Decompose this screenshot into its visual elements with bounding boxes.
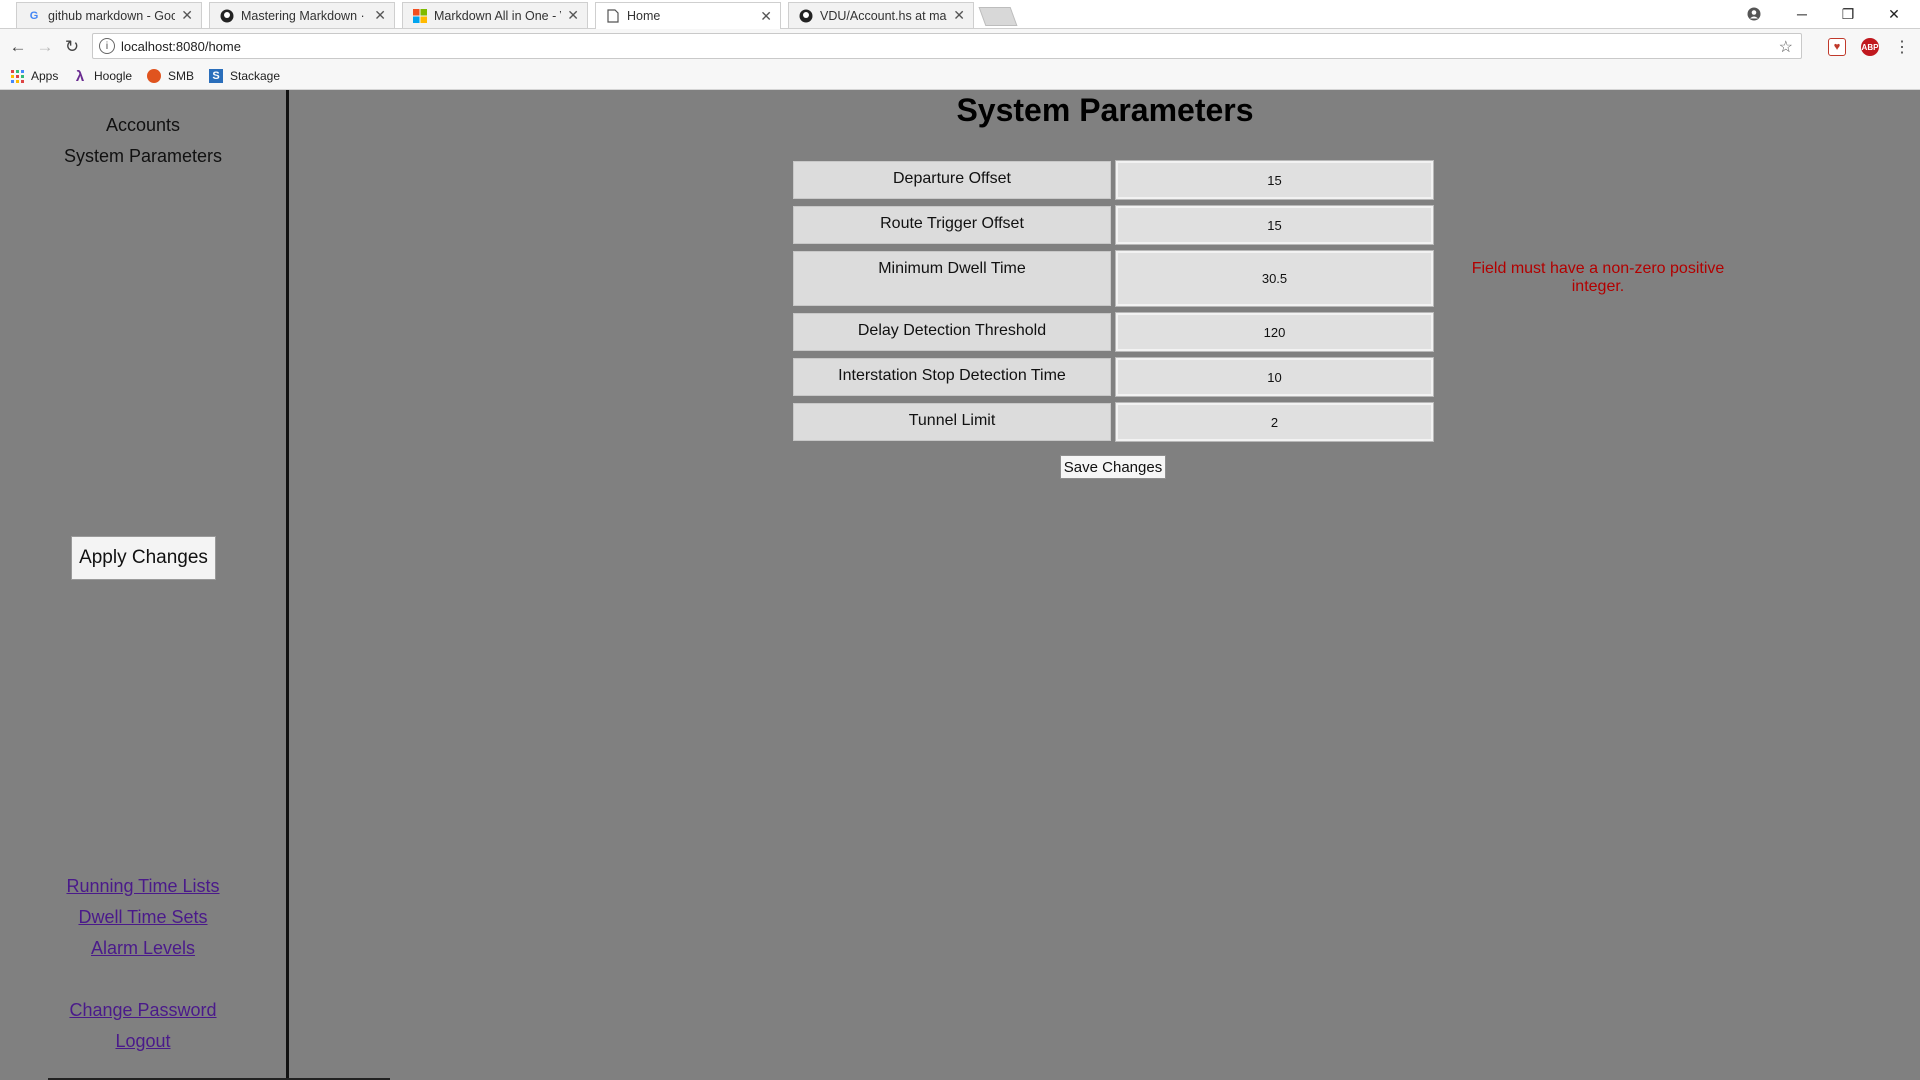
param-label: Minimum Dwell Time	[793, 251, 1111, 306]
close-tab-icon[interactable]: ✕	[953, 7, 965, 24]
sidebar-item-accounts[interactable]: Accounts	[0, 115, 286, 136]
browser-tab[interactable]: G github markdown - Goo ✕	[16, 2, 202, 28]
lambda-icon: λ	[75, 67, 85, 85]
info-icon[interactable]: i	[99, 38, 115, 54]
interstation-stop-detection-time-input[interactable]	[1115, 357, 1434, 397]
bookmark-smb[interactable]: SMB	[147, 69, 194, 83]
running-time-lists-link[interactable]: Running Time Lists	[0, 876, 286, 897]
close-tab-icon[interactable]: ✕	[567, 7, 579, 24]
google-g-icon: G	[29, 9, 39, 22]
param-row: Departure Offset	[793, 160, 1434, 200]
alarm-levels-link[interactable]: Alarm Levels	[0, 938, 286, 959]
bookmark-apps[interactable]: Apps	[10, 69, 58, 83]
tab-strip: G github markdown - Goo ✕ Mastering Mark…	[0, 0, 1920, 29]
back-icon[interactable]: ←	[6, 35, 30, 59]
departure-offset-input[interactable]	[1115, 160, 1434, 200]
browser-tab[interactable]: Mastering Markdown · G ✕	[209, 2, 395, 28]
bookmark-stackage[interactable]: S Stackage	[209, 69, 280, 83]
minimize-icon[interactable]: ─	[1780, 0, 1824, 28]
forward-icon[interactable]: →	[33, 35, 57, 59]
route-trigger-offset-input[interactable]	[1115, 205, 1434, 245]
param-label: Tunnel Limit	[793, 403, 1111, 441]
save-changes-button[interactable]: Save Changes	[1060, 455, 1166, 479]
page-title: System Parameters	[956, 92, 1254, 128]
minimum-dwell-time-input[interactable]	[1115, 250, 1434, 307]
tunnel-limit-input[interactable]	[1115, 402, 1434, 442]
smb-icon	[147, 69, 161, 83]
page-content: Accounts System Parameters Apply Changes…	[0, 90, 1920, 1080]
close-window-icon[interactable]: ✕	[1872, 0, 1916, 28]
url-text[interactable]: localhost:8080/home	[121, 39, 241, 54]
reload-icon[interactable]: ↻	[60, 35, 84, 59]
param-label: Route Trigger Offset	[793, 206, 1111, 244]
browser-tab[interactable]: Markdown All in One - V ✕	[402, 2, 588, 28]
param-row: Interstation Stop Detection Time	[793, 357, 1434, 397]
param-row: Route Trigger Offset	[793, 205, 1434, 245]
page-icon	[606, 9, 620, 23]
github-icon	[799, 9, 813, 23]
apply-changes-button[interactable]: Apply Changes	[71, 536, 216, 580]
toolbar: ← → ↻ i localhost:8080/home ☆ ♥ ABP ⋮	[0, 29, 1920, 65]
change-password-link[interactable]: Change Password	[0, 1000, 286, 1021]
sidebar: Accounts System Parameters Apply Changes…	[0, 90, 289, 1080]
address-bar[interactable]: i localhost:8080/home ☆	[92, 33, 1802, 59]
windows-icon	[413, 8, 427, 23]
close-tab-icon[interactable]: ✕	[760, 8, 772, 25]
close-tab-icon[interactable]: ✕	[374, 7, 386, 24]
dwell-time-sets-link[interactable]: Dwell Time Sets	[0, 907, 286, 928]
restore-icon[interactable]: ❐	[1826, 0, 1870, 28]
browser-tab[interactable]: VDU/Account.hs at mast ✕	[788, 2, 974, 28]
param-row: Delay Detection Threshold	[793, 312, 1434, 352]
param-label: Delay Detection Threshold	[793, 313, 1111, 351]
param-label: Interstation Stop Detection Time	[793, 358, 1111, 396]
param-label: Departure Offset	[793, 161, 1111, 199]
apps-grid-icon	[10, 69, 24, 83]
validation-error-message: Field must have a non-zero positive inte…	[1471, 260, 1725, 295]
profile-icon[interactable]	[1732, 0, 1776, 28]
logout-link[interactable]: Logout	[0, 1031, 286, 1052]
browser-tab-active[interactable]: Home ✕	[595, 2, 781, 29]
new-tab-button[interactable]	[978, 7, 1018, 26]
param-row: Tunnel Limit	[793, 402, 1434, 442]
bookmark-hoogle[interactable]: λ Hoogle	[73, 67, 132, 85]
bookmarks-bar: Apps λ Hoogle SMB S Stackage	[0, 65, 1920, 90]
adblock-icon[interactable]: ABP	[1861, 38, 1879, 56]
close-tab-icon[interactable]: ✕	[181, 7, 193, 24]
menu-kebab-icon[interactable]: ⋮	[1890, 35, 1914, 59]
sidebar-item-system-parameters[interactable]: System Parameters	[0, 146, 286, 167]
bookmark-star-icon[interactable]: ☆	[1779, 37, 1793, 57]
pocket-icon[interactable]: ♥	[1828, 38, 1846, 56]
stackage-icon: S	[209, 69, 223, 83]
param-row: Minimum Dwell Time	[793, 250, 1434, 307]
github-icon	[220, 9, 234, 23]
delay-detection-threshold-input[interactable]	[1115, 312, 1434, 352]
